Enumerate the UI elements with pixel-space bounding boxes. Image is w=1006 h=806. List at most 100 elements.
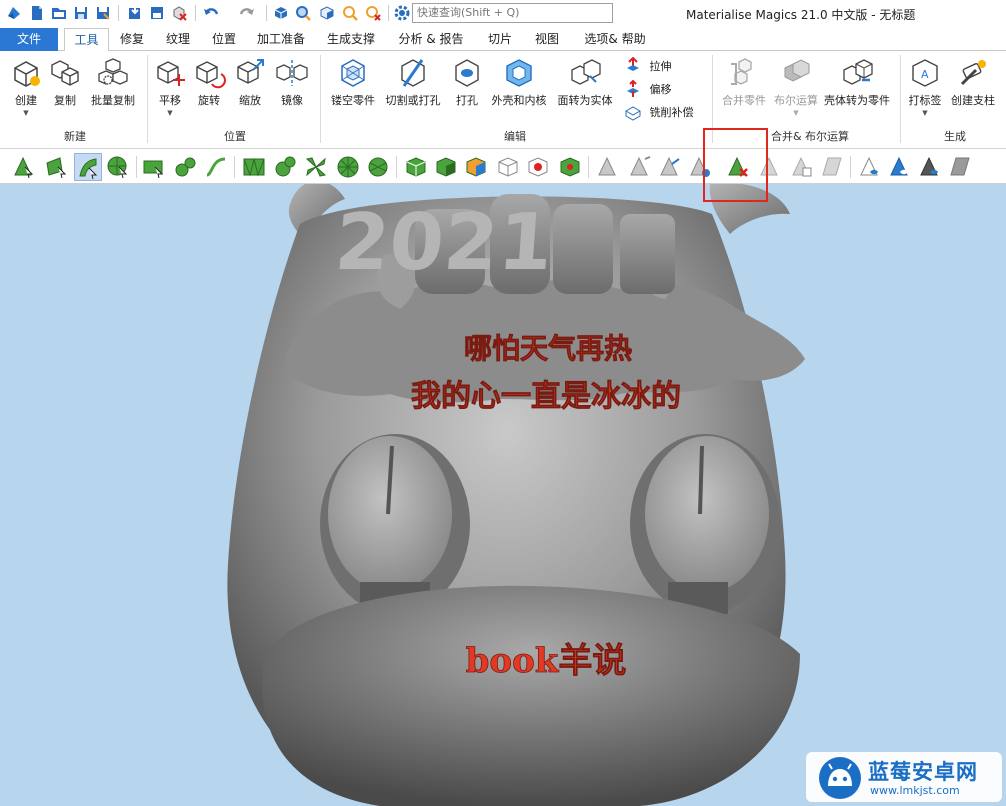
- show-marked-button[interactable]: [886, 153, 914, 181]
- copy-marked-button[interactable]: [788, 153, 816, 181]
- save-part-icon[interactable]: [148, 4, 166, 22]
- ribbon-panel: 创建 ▼ 复制 批量复制 新建 平移 ▼ 旋转 缩放 镜像 位置 镂空零件 切割…: [0, 51, 1006, 149]
- translate-dropdown-icon[interactable]: ▼: [153, 108, 187, 118]
- scale-label: 缩放: [239, 94, 261, 107]
- tab-texture[interactable]: 纹理: [158, 28, 198, 51]
- open-file-icon[interactable]: [50, 4, 68, 22]
- tab-repair[interactable]: 修复: [111, 28, 153, 51]
- mark-color-icon: [466, 157, 486, 177]
- quick-search-input[interactable]: 快速查询(Shift + Q): [412, 3, 613, 23]
- view-part-icon[interactable]: [272, 4, 290, 22]
- group-label-merge-boolean: 合并& 布尔运算: [770, 130, 850, 143]
- batch-copy-button[interactable]: 批量复制: [88, 56, 138, 108]
- tab-generate-support[interactable]: 生成支撑: [321, 28, 381, 51]
- 3d-viewport[interactable]: 2021 哪怕天气再热 我的心一直是冰冰的 book羊说: [0, 184, 1006, 806]
- show-all-button[interactable]: [916, 153, 944, 181]
- model-text-line3: book羊说: [466, 641, 627, 681]
- scale-button[interactable]: 缩放: [232, 56, 268, 108]
- mark-window-button[interactable]: [140, 153, 168, 181]
- offset-button[interactable]: 偏移: [624, 80, 672, 102]
- import-part-icon[interactable]: [126, 4, 144, 22]
- group-label-generate: 生成: [944, 130, 966, 143]
- boolean-dropdown-icon[interactable]: ▼: [772, 108, 820, 118]
- boolean-button[interactable]: 布尔运算 ▼: [772, 56, 820, 118]
- hide-marked-button[interactable]: [856, 153, 884, 181]
- translate-label: 平移: [159, 94, 181, 107]
- label-part-button[interactable]: A 打标签 ▼: [906, 56, 944, 118]
- tab-tools[interactable]: 工具: [64, 28, 109, 52]
- mark-radial-button[interactable]: [334, 153, 362, 181]
- mark-color-button[interactable]: [462, 153, 490, 181]
- mark-triangle-button[interactable]: [10, 153, 38, 181]
- tab-options-help[interactable]: 选项& 帮助: [578, 28, 652, 51]
- extrude-button[interactable]: 拉伸: [624, 57, 672, 79]
- punch-hole-button[interactable]: 打孔: [450, 56, 484, 108]
- copy-cubes-icon: [51, 60, 79, 86]
- mark-curve-button[interactable]: [202, 153, 230, 181]
- settings-gear-icon[interactable]: [393, 4, 411, 22]
- mark-connected-button[interactable]: [172, 153, 200, 181]
- label-part-dropdown-icon[interactable]: ▼: [906, 108, 944, 118]
- create-button[interactable]: 创建 ▼: [6, 56, 46, 118]
- save-as-icon[interactable]: [94, 4, 112, 22]
- undo-icon[interactable]: [202, 4, 220, 22]
- rotate-button[interactable]: 旋转: [192, 56, 226, 108]
- merge-parts-button[interactable]: 合并零件: [718, 56, 770, 108]
- mirror-button[interactable]: 镜像: [275, 56, 309, 108]
- shell-and-core-button[interactable]: 外壳和内核: [490, 56, 548, 108]
- create-pillar-icon: [960, 60, 986, 86]
- create-pillar-button[interactable]: 创建支柱: [948, 56, 998, 108]
- model-text-line2: 我的心一直是冰冰的: [411, 379, 681, 414]
- zoom-part-icon[interactable]: [294, 4, 312, 22]
- zoom-icon[interactable]: [341, 4, 359, 22]
- copy-label: 复制: [54, 94, 76, 107]
- mark-shell-button[interactable]: [104, 153, 132, 181]
- cube-view-icon[interactable]: [318, 4, 336, 22]
- mark-surface-icon: [79, 158, 98, 180]
- milling-compensation-button[interactable]: 铣削补偿: [624, 103, 694, 125]
- shell-to-part-button[interactable]: 壳体转为零件: [824, 56, 890, 108]
- mark-part-button[interactable]: [402, 153, 430, 181]
- unload-part-icon[interactable]: [170, 4, 188, 22]
- mark-plane-button[interactable]: [42, 153, 70, 181]
- cut-or-punch-button[interactable]: 切割或打孔: [383, 56, 443, 108]
- shell-and-core-label: 外壳和内核: [491, 94, 547, 107]
- tab-position[interactable]: 位置: [204, 28, 244, 51]
- mark-all-button[interactable]: [432, 153, 460, 181]
- mark-fan-button[interactable]: [302, 153, 330, 181]
- hide-all-button[interactable]: [946, 153, 974, 181]
- mark-sphere-button[interactable]: [364, 153, 392, 181]
- mark-wall-icon: [243, 158, 265, 177]
- create-dropdown-icon[interactable]: ▼: [6, 108, 46, 118]
- separate-marked-button[interactable]: [818, 153, 846, 181]
- toolbar-separator: [136, 156, 137, 178]
- expand-marking-button[interactable]: [626, 153, 654, 181]
- tab-build-prep[interactable]: 加工准备: [251, 28, 311, 51]
- invert-marking-button[interactable]: [594, 153, 622, 181]
- tab-file[interactable]: 文件: [0, 28, 58, 51]
- mark-shells-button[interactable]: [272, 153, 300, 181]
- mark-point-icon: [528, 157, 548, 177]
- mark-wall-button[interactable]: [240, 153, 268, 181]
- merge-parts-label: 合并零件: [722, 94, 766, 107]
- tab-analysis-report[interactable]: 分析 & 报告: [392, 28, 470, 51]
- mark-shell-green-button[interactable]: [556, 153, 584, 181]
- unmark-part-button[interactable]: [494, 153, 522, 181]
- save-icon[interactable]: [72, 4, 90, 22]
- tab-slice[interactable]: 切片: [478, 28, 522, 51]
- group-label-position: 位置: [224, 130, 246, 143]
- mark-surface-button[interactable]: [74, 153, 102, 181]
- hollow-part-button[interactable]: 镂空零件: [328, 56, 378, 108]
- redo-icon[interactable]: [238, 4, 256, 22]
- copy-button[interactable]: 复制: [48, 56, 82, 108]
- new-file-icon[interactable]: [28, 4, 46, 22]
- shrink-marking-button[interactable]: [656, 153, 684, 181]
- mark-point-button[interactable]: [524, 153, 552, 181]
- app-logo-icon[interactable]: [5, 4, 23, 22]
- extrude-label: 拉伸: [649, 60, 672, 73]
- mark-curve-icon: [206, 157, 226, 177]
- tab-view[interactable]: 视图: [527, 28, 567, 51]
- surface-to-solid-button[interactable]: 面转为实体: [555, 56, 615, 108]
- zoom-off-icon[interactable]: [364, 4, 382, 22]
- translate-button[interactable]: 平移 ▼: [153, 56, 187, 118]
